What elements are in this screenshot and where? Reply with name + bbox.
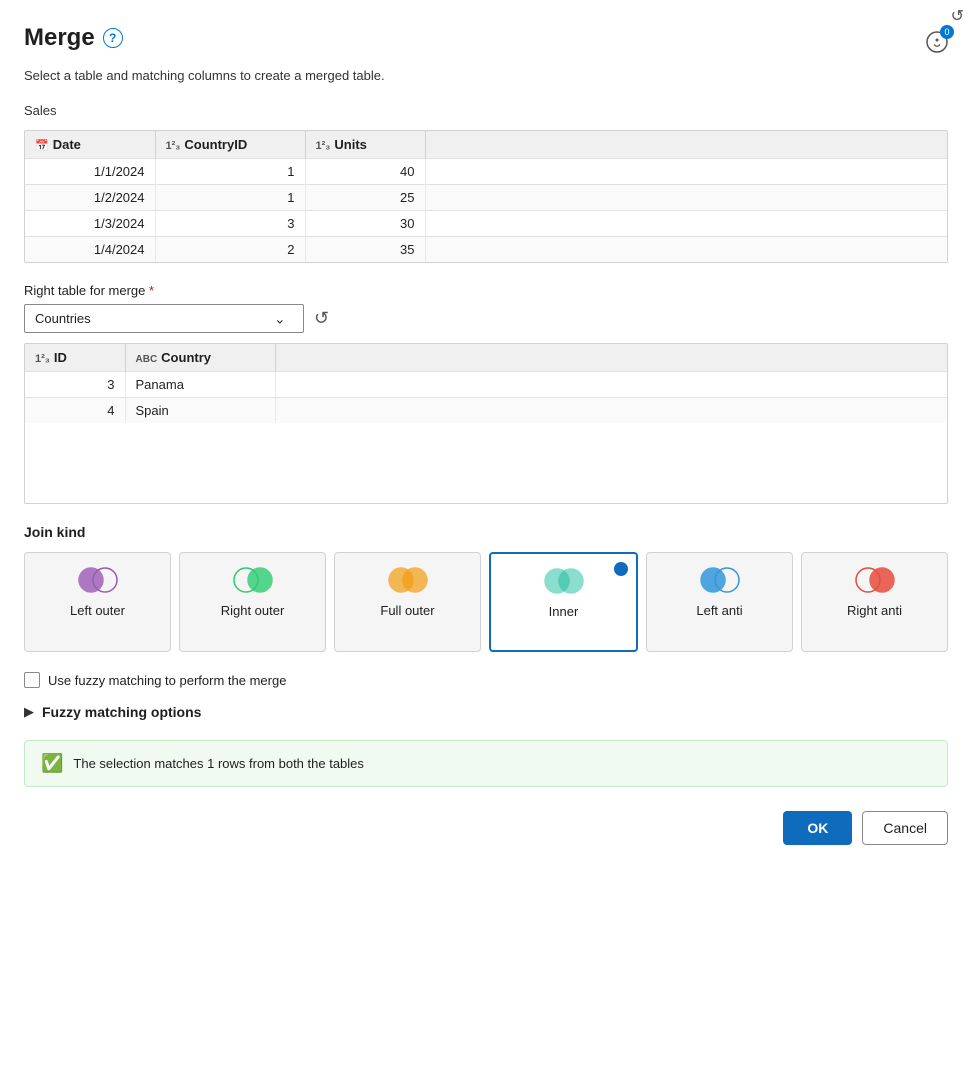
join-option-label-right-outer: Right outer — [221, 603, 285, 618]
expand-icon: ▶ — [24, 704, 34, 720]
cell-countryid: 1 — [155, 159, 305, 185]
subtitle: Select a table and matching columns to c… — [24, 68, 948, 83]
join-option-label-full-outer: Full outer — [380, 603, 434, 618]
join-option-label-right-anti: Right anti — [847, 603, 902, 618]
cell-date: 1/1/2024 — [25, 159, 155, 185]
cell-id: 4 — [25, 398, 125, 424]
join-option-full-outer[interactable]: Full outer — [334, 552, 481, 652]
cell-extra — [275, 398, 947, 424]
join-option-label-left-anti: Left anti — [696, 603, 742, 618]
required-star: * — [149, 283, 154, 298]
selected-dot — [614, 562, 628, 576]
cell-date: 1/2/2024 — [25, 185, 155, 211]
table-row: 3 Panama — [25, 372, 947, 398]
notif-badge: 0 — [940, 25, 954, 39]
table-row: 1/2/2024 1 25 — [25, 185, 947, 211]
notification-icon[interactable]: 0 — [926, 31, 948, 53]
venn-icon-right-outer — [229, 565, 277, 595]
cell-units: 40 — [305, 159, 425, 185]
left-table-label: Sales — [24, 103, 57, 118]
fuzzy-matching-label: Use fuzzy matching to perform the merge — [48, 673, 286, 688]
ok-button[interactable]: OK — [783, 811, 852, 845]
status-check-icon: ✅ — [41, 753, 63, 774]
col-header-id: 1²₃ID — [25, 344, 125, 372]
status-text: The selection matches 1 rows from both t… — [73, 756, 363, 771]
help-icon[interactable]: ? — [103, 28, 123, 48]
left-table: 📅Date 1²₃CountryID 1²₃Units 1/1/2024 1 4… — [25, 131, 947, 262]
right-table-label: Right table for merge * — [24, 283, 948, 298]
cell-countryid: 1 — [155, 185, 305, 211]
left-table-container: 📅Date 1²₃CountryID 1²₃Units 1/1/2024 1 4… — [24, 130, 948, 263]
join-option-label-left-outer: Left outer — [70, 603, 125, 618]
join-option-inner[interactable]: Inner — [489, 552, 638, 652]
right-table-refresh-button[interactable]: ↺ — [314, 308, 329, 329]
col-header-date: 📅Date — [25, 131, 155, 159]
cell-extra — [425, 159, 947, 185]
join-option-right-outer[interactable]: Right outer — [179, 552, 326, 652]
venn-icon-left-outer — [74, 565, 122, 595]
table-row: 1/1/2024 1 40 — [25, 159, 947, 185]
join-option-left-outer[interactable]: Left outer — [24, 552, 171, 652]
col-header-countryid: 1²₃CountryID — [155, 131, 305, 159]
cell-country: Spain — [125, 398, 275, 424]
number-icon-1: 1²₃ — [166, 140, 181, 152]
col-header-extra2 — [275, 344, 947, 372]
fuzzy-matching-row: Use fuzzy matching to perform the merge — [24, 672, 948, 688]
fuzzy-options-section[interactable]: ▶ Fuzzy matching options — [24, 704, 948, 720]
table-row: 1/3/2024 3 30 — [25, 211, 947, 237]
cell-units: 25 — [305, 185, 425, 211]
col-header-extra — [425, 131, 947, 159]
calendar-icon: 📅 — [35, 140, 49, 152]
footer-buttons: OK Cancel — [24, 811, 948, 845]
cell-date: 1/3/2024 — [25, 211, 155, 237]
venn-icon-inner — [540, 566, 588, 596]
join-option-label-inner: Inner — [549, 604, 579, 619]
col-header-country: ABCCountry — [125, 344, 275, 372]
join-options: Left outer Right outer Full outer Inner Left… — [24, 552, 948, 652]
left-table-refresh-button[interactable]: ↺ — [951, 6, 964, 26]
col-header-units: 1²₃Units — [305, 131, 425, 159]
page-title: Merge — [24, 24, 95, 52]
number-icon-2: 1²₃ — [316, 140, 331, 152]
right-table-dropdown[interactable]: Countries — [24, 304, 304, 333]
venn-icon-right-anti — [851, 565, 899, 595]
cell-id: 3 — [25, 372, 125, 398]
cell-extra — [425, 211, 947, 237]
cancel-button[interactable]: Cancel — [862, 811, 948, 845]
table-row: 4 Spain — [25, 398, 947, 424]
cell-extra — [275, 372, 947, 398]
venn-icon-full-outer — [384, 565, 432, 595]
fuzzy-matching-checkbox[interactable] — [24, 672, 40, 688]
join-option-right-anti[interactable]: Right anti — [801, 552, 948, 652]
cell-countryid: 3 — [155, 211, 305, 237]
status-bar: ✅ The selection matches 1 rows from both… — [24, 740, 948, 787]
join-kind-label: Join kind — [24, 524, 948, 540]
right-table: 1²₃ID ABCCountry 3 Panama 4 Spain — [25, 344, 947, 423]
join-option-left-anti[interactable]: Left anti — [646, 552, 793, 652]
table-row: 1/4/2024 2 35 — [25, 237, 947, 263]
cell-date: 1/4/2024 — [25, 237, 155, 263]
cell-countryid: 2 — [155, 237, 305, 263]
right-table-container: 1²₃ID ABCCountry 3 Panama 4 Spain — [24, 343, 948, 504]
cell-units: 35 — [305, 237, 425, 263]
abc-icon: ABC — [136, 354, 158, 365]
number-icon-id: 1²₃ — [35, 353, 50, 365]
cell-country: Panama — [125, 372, 275, 398]
cell-units: 30 — [305, 211, 425, 237]
cell-extra — [425, 237, 947, 263]
cell-extra — [425, 185, 947, 211]
fuzzy-options-label: Fuzzy matching options — [42, 704, 201, 720]
venn-icon-left-anti — [696, 565, 744, 595]
